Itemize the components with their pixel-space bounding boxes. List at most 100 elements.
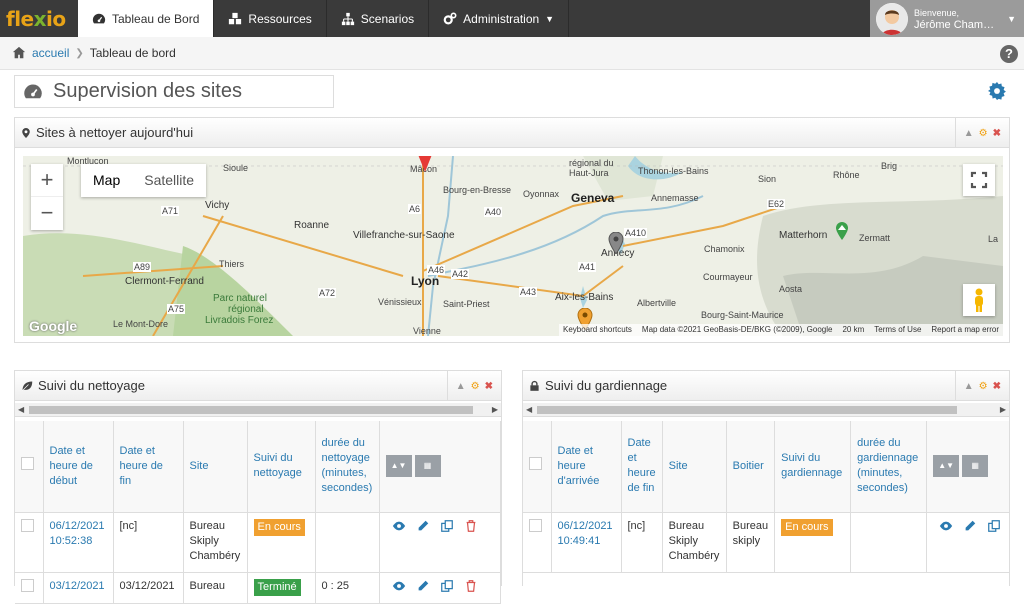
eye-icon[interactable]	[939, 519, 953, 533]
col-header-start[interactable]: Date et heure de début	[43, 421, 114, 513]
map-pin-grey[interactable]	[608, 232, 624, 254]
fullscreen-button[interactable]	[963, 164, 995, 196]
scrollbar-thumb[interactable]	[29, 406, 473, 414]
duration-cell	[315, 512, 380, 573]
map-label: Oyonnax	[523, 189, 560, 199]
select-all-checkbox[interactable]	[529, 457, 542, 471]
guarding-table: Date et heure d'arrivée Date et heure de…	[523, 421, 1009, 573]
breadcrumb-current: Tableau de bord	[89, 46, 176, 60]
keyboard-shortcuts-link[interactable]: Keyboard shortcuts	[563, 324, 632, 336]
map-type-satellite-button[interactable]: Satellite	[132, 164, 206, 197]
flexio-logo[interactable]: fle x io	[0, 0, 78, 37]
row-checkbox[interactable]	[21, 578, 34, 592]
map-label: Brig	[881, 161, 898, 171]
caret-down-icon: ▼	[1007, 14, 1016, 24]
report-error-link[interactable]: Report a map error	[931, 324, 999, 336]
col-header-end[interactable]: Date et heure de fin	[621, 421, 663, 513]
street-view-button[interactable]	[963, 284, 995, 316]
gear-icon[interactable]: ⚙	[471, 381, 480, 392]
map-label: régional	[228, 304, 264, 315]
lock-icon	[530, 380, 539, 391]
home-icon[interactable]	[12, 46, 26, 60]
map-view[interactable]: Montluçon Sioule Vichy Roanne Thiers Cle…	[23, 156, 1003, 336]
col-header-status[interactable]: Suivi du gardiennage	[774, 421, 852, 513]
zoom-in-button[interactable]: +	[31, 164, 63, 197]
map-type-map-button[interactable]: Map	[81, 164, 132, 197]
actions-cell	[926, 512, 1009, 573]
col-header-status[interactable]: Suivi du nettoyage	[247, 421, 316, 513]
help-icon[interactable]: ?	[1000, 45, 1018, 63]
map-pin-red[interactable]	[417, 156, 433, 172]
pencil-icon[interactable]	[416, 519, 430, 533]
table-row[interactable]: 06/12/2021 10:49:41 [nc] Bureau Skiply C…	[523, 512, 1009, 573]
page-title: Supervision des sites	[14, 75, 334, 108]
nav-ressources[interactable]: Ressources	[214, 0, 327, 37]
start-date-cell[interactable]: 06/12/2021 10:52:38	[43, 512, 114, 573]
scrollbar-thumb[interactable]	[537, 406, 957, 414]
status-cell: En cours	[247, 512, 316, 573]
close-icon[interactable]: ✖	[993, 128, 1001, 139]
map-label: Vienne	[413, 326, 441, 336]
breadcrumb-home-link[interactable]: accueil	[32, 46, 69, 60]
copy-icon[interactable]	[440, 519, 454, 533]
map-label: Bourg-Saint-Maurice	[701, 310, 784, 320]
map-label: Clermont-Ferrand	[125, 276, 204, 287]
collapse-icon[interactable]: ▲	[456, 381, 466, 392]
col-header-start[interactable]: Date et heure d'arrivée	[551, 421, 622, 513]
columns-button[interactable]: ▦	[962, 455, 989, 478]
map-label: Sion	[758, 174, 777, 184]
zoom-out-button[interactable]: −	[31, 197, 63, 230]
leaf-icon	[22, 381, 33, 391]
row-checkbox[interactable]	[21, 518, 34, 532]
scroll-right-icon[interactable]: ▶	[1000, 405, 1006, 414]
horizontal-scrollbar[interactable]: ◀ ▶	[523, 403, 1009, 417]
horizontal-scrollbar[interactable]: ◀ ▶	[15, 403, 501, 417]
chevron-down-icon: ▼	[545, 13, 555, 24]
table-row[interactable]: 03/12/2021 03/12/2021 Bureau Terminé 0 :…	[15, 572, 501, 604]
cleaning-panel: Suivi du nettoyage ▲ ⚙ ✖ ◀ ▶ Date et heu…	[14, 370, 502, 604]
col-header-site[interactable]: Site	[183, 421, 248, 513]
col-header-boitier[interactable]: Boitier	[726, 421, 776, 513]
end-date-cell: 03/12/2021	[113, 572, 184, 604]
pencil-icon[interactable]	[963, 519, 977, 533]
status-cell: Terminé	[247, 572, 316, 604]
col-header-duration[interactable]: durée du gardiennage (minutes, secondes)	[850, 421, 928, 513]
scroll-right-icon[interactable]: ▶	[492, 405, 498, 414]
map-label: Roanne	[294, 220, 330, 231]
scroll-left-icon[interactable]: ◀	[526, 405, 532, 414]
road-label: E62	[767, 199, 786, 209]
terms-link[interactable]: Terms of Use	[874, 324, 921, 336]
gear-icon[interactable]	[988, 82, 1006, 100]
collapse-icon[interactable]: ▲	[964, 128, 974, 139]
row-checkbox[interactable]	[529, 518, 542, 532]
columns-button[interactable]: ▦	[414, 455, 441, 478]
close-icon[interactable]: ✖	[485, 381, 493, 392]
scroll-left-icon[interactable]: ◀	[18, 405, 24, 414]
sort-toggle-button[interactable]: ▲▼	[933, 455, 960, 478]
user-menu[interactable]: Bienvenue, Jérôme Cham… ▼	[870, 0, 1024, 37]
eye-icon[interactable]	[392, 519, 406, 533]
collapse-icon[interactable]: ▲	[964, 381, 974, 392]
table-row[interactable]: 06/12/2021 10:52:38 [nc] Bureau Skiply C…	[15, 512, 501, 573]
gear-icon[interactable]: ⚙	[979, 128, 988, 139]
col-header-duration[interactable]: durée du nettoyage (minutes, secondes)	[315, 421, 380, 513]
nav-tableau-de-bord[interactable]: Tableau de Bord	[78, 0, 215, 37]
road-label: A72	[318, 288, 337, 298]
trash-icon[interactable]	[464, 519, 478, 533]
col-header-end[interactable]: Date et heure de fin	[113, 421, 184, 513]
col-header-site[interactable]: Site	[662, 421, 727, 513]
scale-text: 20 km	[842, 325, 865, 334]
cleaning-table: Date et heure de début Date et heure de …	[15, 421, 501, 604]
gear-icon[interactable]: ⚙	[979, 381, 988, 392]
fullscreen-icon	[970, 171, 988, 189]
sort-toggle-button[interactable]: ▲▼	[385, 455, 412, 478]
nav-administration[interactable]: Administration ▼	[429, 0, 570, 37]
start-date-cell[interactable]: 03/12/2021	[43, 572, 114, 604]
map-panel-title: Sites à nettoyer aujourd'hui	[36, 125, 194, 140]
nav-scenarios[interactable]: Scenarios	[327, 0, 430, 37]
copy-icon[interactable]	[987, 519, 1001, 533]
close-icon[interactable]: ✖	[993, 381, 1001, 392]
panel-tools: ▲ ⚙ ✖	[954, 371, 1009, 401]
select-all-checkbox[interactable]	[21, 457, 34, 471]
start-date-cell[interactable]: 06/12/2021 10:49:41	[551, 512, 622, 573]
